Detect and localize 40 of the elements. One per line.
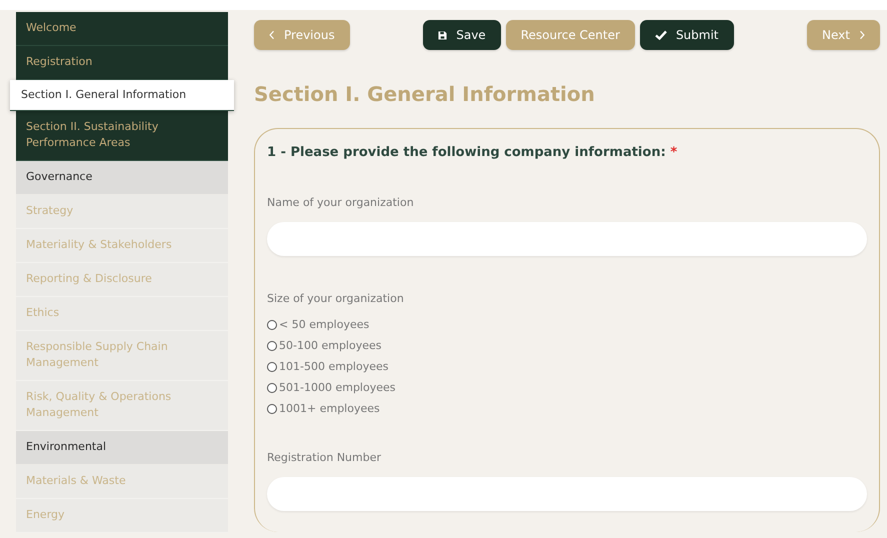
section-heading: Section I. General Information bbox=[254, 82, 596, 106]
submit-button[interactable]: Submit bbox=[640, 20, 734, 50]
next-button[interactable]: Next bbox=[807, 20, 880, 50]
sidebar-item[interactable]: Governance bbox=[16, 161, 228, 195]
radio-button[interactable] bbox=[267, 382, 277, 392]
resource-center-button[interactable]: Resource Center bbox=[506, 20, 635, 50]
option-label: 50-100 employees bbox=[279, 339, 382, 352]
option-label: < 50 employees bbox=[279, 318, 370, 331]
previous-button[interactable]: Previous bbox=[254, 20, 350, 50]
option-label: 501-1000 employees bbox=[279, 381, 396, 394]
sidebar-item[interactable]: Responsible Supply Chain Management bbox=[16, 331, 228, 381]
save-button[interactable]: Save bbox=[423, 20, 501, 50]
sidebar-item[interactable]: Materiality & Stakeholders bbox=[16, 229, 228, 263]
field-label: Registration Number bbox=[267, 451, 382, 464]
text-field[interactable] bbox=[267, 477, 867, 511]
checkmark-icon bbox=[654, 30, 667, 40]
option-label: 1001+ employees bbox=[279, 402, 380, 415]
sidebar-item[interactable]: Strategy bbox=[16, 195, 228, 229]
radio-button[interactable] bbox=[267, 362, 277, 372]
sidebar-item[interactable]: Section I. General Information bbox=[10, 80, 234, 111]
sidebar-item[interactable]: Environmental bbox=[16, 431, 228, 465]
chevron-right-icon bbox=[859, 30, 865, 40]
sidebar-item[interactable]: Materials & Waste bbox=[16, 465, 228, 499]
sidebar-item[interactable]: Registration bbox=[16, 46, 228, 80]
radio-button[interactable] bbox=[267, 320, 277, 330]
sidebar-item[interactable]: Risk, Quality & Operations Management bbox=[16, 381, 228, 431]
sidebar-item[interactable]: Welcome bbox=[16, 12, 228, 46]
field-label: Name of your organization bbox=[267, 196, 415, 209]
option-label: 101-500 employees bbox=[279, 360, 388, 373]
sidebar-item[interactable]: Section II. Sustainability Performance Areas bbox=[16, 111, 228, 161]
chevron-left-icon bbox=[269, 30, 275, 40]
text-field[interactable] bbox=[267, 222, 867, 256]
radio-button[interactable] bbox=[267, 404, 277, 414]
sidebar-item[interactable]: Energy bbox=[16, 499, 228, 533]
question-title: 1 - Please provide the following company information: bbox=[267, 145, 666, 160]
radio-button[interactable] bbox=[267, 340, 277, 350]
required-mark: * bbox=[670, 145, 678, 160]
sidebar-item[interactable]: Reporting & Disclosure bbox=[16, 263, 228, 297]
sidebar-item[interactable]: Ethics bbox=[16, 297, 228, 331]
field-label: Size of your organization bbox=[267, 292, 405, 305]
